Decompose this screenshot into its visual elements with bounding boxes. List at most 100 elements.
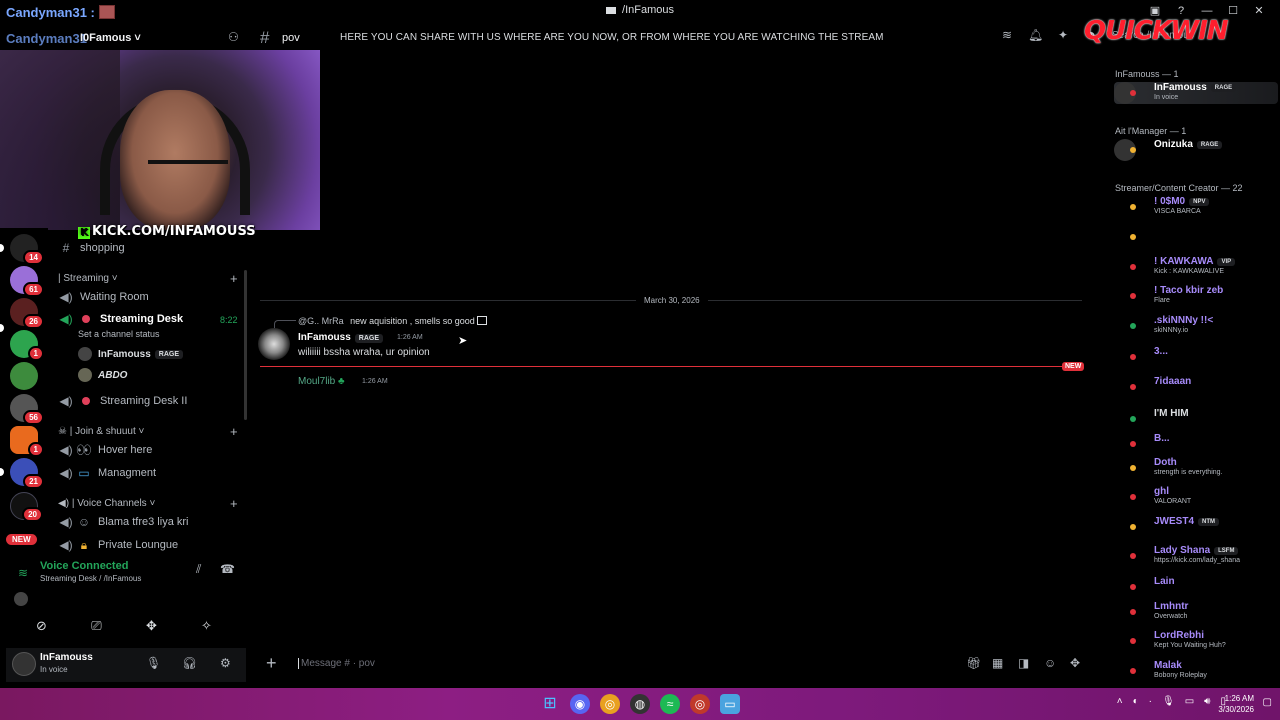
member-name-text: ! 0$M0 xyxy=(1154,196,1186,207)
server-icon[interactable]: 14 xyxy=(10,234,44,265)
voice-location[interactable]: Streaming Desk / /InFamous xyxy=(40,574,141,583)
spotify-icon[interactable]: ≈ xyxy=(660,694,680,714)
server-name-header[interactable]: I0Famous ˅ xyxy=(80,32,141,44)
notifications-icon[interactable]: ▢ xyxy=(1263,697,1272,708)
member-item[interactable]: Lmhntr Overwatch xyxy=(1114,601,1278,623)
member-item[interactable]: ! 0$M0 NPV VISCA BARCA xyxy=(1114,196,1278,218)
apps-icon[interactable]: ✥ xyxy=(1070,656,1080,670)
server-icon[interactable]: 1 xyxy=(10,426,44,457)
pin-icon[interactable]: ✦ xyxy=(1056,28,1070,42)
gift-icon[interactable]: 🎁︎ xyxy=(966,656,981,670)
channel-blama[interactable]: ◀) ☺ Blama tfre3 liya kri xyxy=(48,512,244,532)
member-item[interactable]: Onizuka RAGE xyxy=(1114,139,1278,161)
server-icon[interactable]: 26 xyxy=(10,298,44,329)
chrome-alt-icon[interactable]: ◎ xyxy=(690,694,710,714)
member-item[interactable]: Doth strength is everything. xyxy=(1114,457,1278,479)
channel-waiting-room[interactable]: ◀) Waiting Room xyxy=(48,287,244,307)
member-item[interactable]: Lady Shana LSFM https://kick.com/lady_shan… xyxy=(1114,545,1278,567)
voice-status[interactable]: Voice Connected xyxy=(40,560,128,572)
gif-icon[interactable]: ▦ xyxy=(992,656,1003,670)
threads-icon[interactable]: ≋ xyxy=(1000,28,1014,42)
new-unreads-pill[interactable]: NEW xyxy=(6,534,37,545)
channel-managment[interactable]: ◀) ▭ Managment xyxy=(48,463,244,483)
channel-private-lounge[interactable]: ◀) 🔒︎ Private Loungue xyxy=(48,535,244,555)
member-item[interactable]: ! Taco kbir zeb Flare xyxy=(1114,285,1278,307)
member-item[interactable]: Lain xyxy=(1114,576,1278,598)
member-item[interactable]: B... xyxy=(1114,433,1278,455)
avatar[interactable] xyxy=(12,652,36,676)
reply-preview[interactable]: @G.. MrRa new aquisition , smells so goo… xyxy=(298,316,488,326)
sticker-icon[interactable]: ◨ xyxy=(1018,656,1029,670)
volume-icon[interactable]: 🔊︎ xyxy=(1204,696,1210,707)
channel-list-scrollbar[interactable] xyxy=(244,270,247,420)
member-item[interactable]: InFamouss RAGE In voice xyxy=(1114,82,1278,104)
noise-suppression-icon[interactable]: ⫽ xyxy=(196,562,201,577)
channel-topic[interactable]: HERE YOU CAN SHARE WITH US WHERE ARE YOU… xyxy=(340,32,884,43)
voice-user[interactable]: InFamouss RAGE xyxy=(78,347,184,361)
avatar[interactable] xyxy=(14,592,28,606)
emoji-icon[interactable]: ☺ xyxy=(1044,656,1056,670)
attach-plus-icon[interactable]: + xyxy=(266,653,277,674)
member-item[interactable]: ghl VALORANT xyxy=(1114,486,1278,508)
channel-hover-here[interactable]: ◀) 👀︎ Hover here xyxy=(48,440,244,460)
tray-chevron-icon[interactable]: ˄ xyxy=(1117,696,1123,707)
activities-icon[interactable]: ✥ xyxy=(144,618,160,634)
chrome-icon[interactable]: ◎ xyxy=(600,694,620,714)
settings-gear-icon[interactable]: ⚙ xyxy=(220,656,231,670)
member-item[interactable]: Malak Bobony Roleplay xyxy=(1114,660,1278,682)
speaker-icon: ◀) xyxy=(59,515,73,529)
tray-mic-icon[interactable]: 🎙︎ xyxy=(1162,696,1175,707)
add-friend-icon[interactable]: ⚇ xyxy=(228,30,239,44)
server-icon[interactable]: 20 xyxy=(10,492,43,522)
category-streaming[interactable]: | Streaming ˅ + xyxy=(58,271,238,286)
obs-icon[interactable]: ◍ xyxy=(630,694,650,714)
message-avatar[interactable] xyxy=(258,328,290,360)
add-channel-icon[interactable]: + xyxy=(230,424,238,439)
camera-off-icon[interactable]: ⊘ xyxy=(34,618,50,634)
member-name: I'M HIM xyxy=(1154,408,1189,419)
windows-start-icon[interactable]: ⊞ xyxy=(540,694,560,714)
server-icon[interactable] xyxy=(10,362,38,390)
member-item[interactable]: 3... xyxy=(1114,346,1278,368)
add-channel-icon[interactable]: + xyxy=(230,271,238,286)
screen-share-icon[interactable]: ⎚ xyxy=(89,618,105,634)
message-author[interactable]: InFamouss RAGE xyxy=(298,332,384,343)
signal-icon[interactable]: ≋ xyxy=(18,566,28,580)
voice-user[interactable]: ABDO xyxy=(78,368,127,382)
message-author[interactable]: Moul7lib ♣ xyxy=(298,376,345,387)
role-tag: RAGE xyxy=(354,334,384,343)
disconnect-icon[interactable]: ☎︎ xyxy=(220,562,235,576)
category-join[interactable]: ☠ | Join & shuuut ˅ + xyxy=(58,424,238,439)
role-tag-label: RAGE xyxy=(158,350,180,358)
channel-shopping[interactable]: # shopping xyxy=(48,238,244,258)
tray-app-icon[interactable]: ◐ xyxy=(1133,696,1139,707)
headphones-icon[interactable]: 🎧︎ xyxy=(182,656,197,670)
server-icon[interactable]: 21 xyxy=(10,458,44,489)
server-icon[interactable]: 61 xyxy=(10,266,44,297)
member-activity: Flare xyxy=(1154,297,1170,304)
notification-bell-icon[interactable]: 🔔︎ xyxy=(1028,28,1043,42)
add-channel-icon[interactable]: + xyxy=(230,496,238,511)
network-icon[interactable]: ▭ xyxy=(1185,696,1194,707)
member-item[interactable]: ! KAWKAWA VIP Kick : KAWKAWALIVE xyxy=(1114,256,1278,278)
discord-icon[interactable]: ◉ xyxy=(570,694,590,714)
member-item[interactable]: LordRebhi Kept You Waiting Huh? xyxy=(1114,630,1278,652)
message-input[interactable]: Message # · pov xyxy=(298,658,375,669)
tray-dot-icon[interactable]: · xyxy=(1149,696,1152,707)
taskbar-clock[interactable]: 1:26 AM 3/30/2026 xyxy=(1218,693,1254,715)
member-item[interactable]: .skiNNNy !!< skiNNNy.io xyxy=(1114,315,1278,337)
window-app-icon[interactable]: ▭ xyxy=(720,694,740,714)
member-item[interactable]: JWEST4 NTM xyxy=(1114,516,1278,538)
member-item[interactable]: I'M HIM xyxy=(1114,408,1278,430)
channel-streaming-desk[interactable]: ◀) Streaming Desk xyxy=(48,309,244,329)
channel-streaming-desk-2[interactable]: ◀) Streaming Desk II xyxy=(48,391,244,411)
server-icon[interactable]: 1 xyxy=(10,330,44,361)
member-item[interactable] xyxy=(1114,226,1278,248)
channel-status[interactable]: Set a channel status xyxy=(78,329,160,339)
server-icon[interactable]: 56 xyxy=(10,394,44,425)
soundboard-icon[interactable]: ✧ xyxy=(199,618,215,634)
member-item[interactable]: 7idaaan xyxy=(1114,376,1278,398)
user-name[interactable]: InFamouss xyxy=(40,652,93,663)
microphone-icon[interactable]: 🎙︎ xyxy=(146,656,161,670)
category-voice[interactable]: ◀) | Voice Channels ˅ + xyxy=(58,496,238,511)
